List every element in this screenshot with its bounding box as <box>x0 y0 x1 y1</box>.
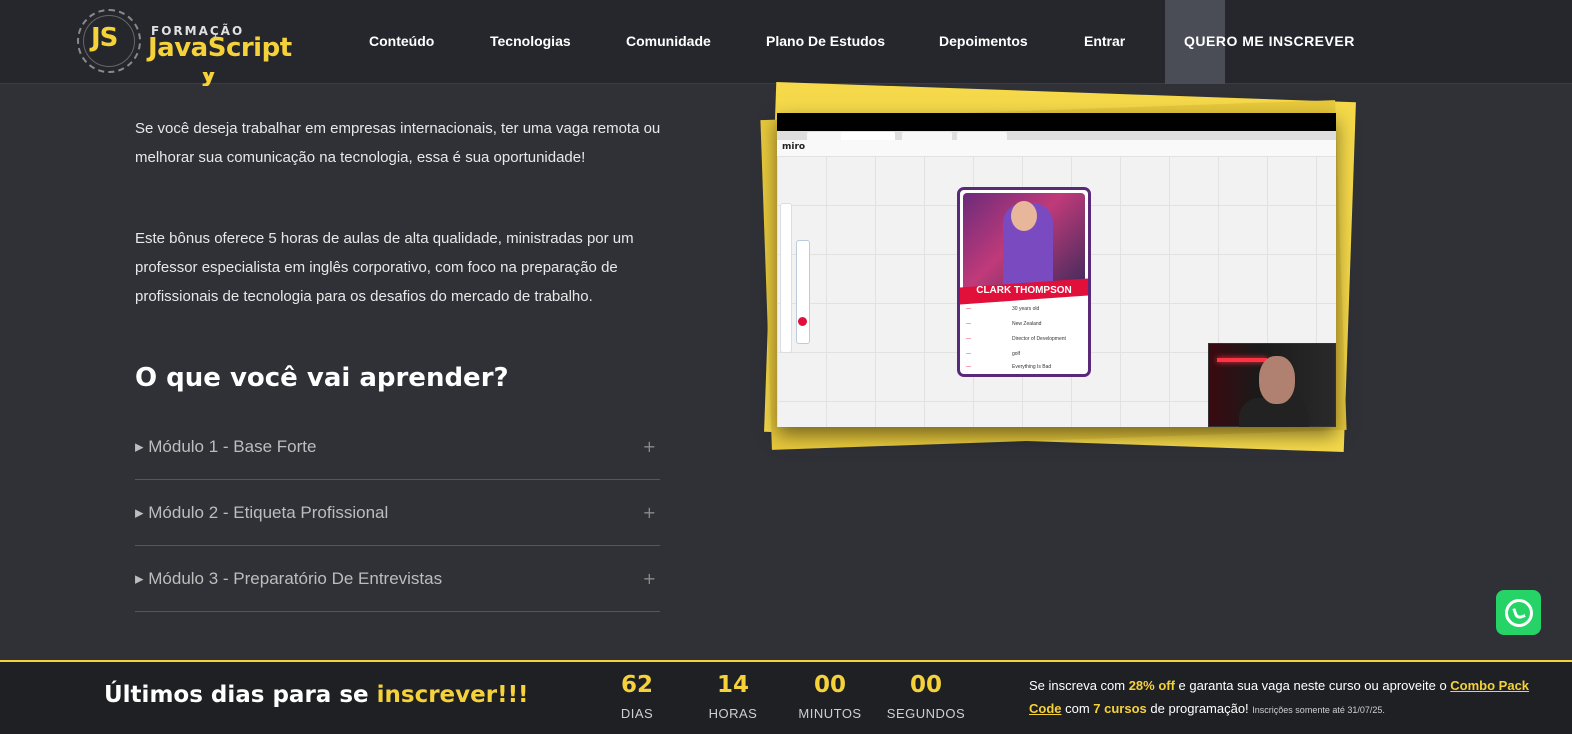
site-logo[interactable]: JS FORMAÇÃO JavaScript <box>77 9 292 75</box>
browser-tab <box>902 132 952 140</box>
nav-tecnologias[interactable]: Tecnologias <box>490 33 571 49</box>
countdown-value: 62 <box>620 672 653 698</box>
courses-count: 7 cursos <box>1093 701 1147 716</box>
nav-entrar[interactable]: Entrar <box>1084 33 1125 49</box>
persona-row: — golf <box>966 351 1021 357</box>
persona-card: CLARK THOMPSON —30 years old — New Zealan… <box>957 187 1091 377</box>
miro-logo: miro <box>782 142 806 152</box>
offer-text: Se inscreva com 28% off e garanta sua va… <box>1029 678 1530 716</box>
plus-icon[interactable]: + <box>643 503 656 522</box>
module-label: ▸ Módulo 1 - Base Forte <box>135 436 317 456</box>
video-letterbox <box>777 113 1336 131</box>
bonus-paragraph: Este bônus oferece 5 horas de aulas de a… <box>135 230 634 305</box>
logo-line2: JavaScript <box>148 33 292 63</box>
countdown-label: HORAS <box>708 706 758 721</box>
countdown-hours: 14 HORAS <box>683 672 783 721</box>
persona-row: — Director of Development <box>966 336 1066 342</box>
browser-tab <box>957 132 1007 140</box>
module-label: ▸ Módulo 3 - Preparatório De Entrevistas <box>135 568 443 588</box>
pen-toolbar <box>796 240 810 344</box>
neon-light <box>1217 358 1267 362</box>
plus-icon[interactable]: + <box>643 437 656 456</box>
whatsapp-button[interactable] <box>1496 590 1541 635</box>
module-item-1[interactable]: ▸ Módulo 1 - Base Forte + <box>135 414 660 480</box>
plus-icon[interactable]: + <box>643 569 656 588</box>
countdown-days: 62 DIAS <box>587 672 687 721</box>
countdown-label: DIAS <box>620 706 654 721</box>
countdown-bar: Últimos dias para se inscrever!!! 62 DIA… <box>0 660 1572 734</box>
nav-plano-de-estudos[interactable]: Plano De Estudos <box>766 33 885 49</box>
nav-conteudo[interactable]: Conteúdo <box>369 33 434 49</box>
logo-mark: JS <box>91 23 118 53</box>
instructor-webcam <box>1208 343 1336 427</box>
whiteboard-toolbar <box>780 203 792 353</box>
deadline-note: Inscrições somente até 31/07/25. <box>1252 705 1385 715</box>
persona-row: — Everything Is Bad <box>966 364 1052 370</box>
browser-tab <box>841 132 895 140</box>
browser-tabs <box>777 131 1336 140</box>
learn-section-title: O que você vai aprender? <box>135 363 509 393</box>
site-header: JS FORMAÇÃO JavaScript Conteúdo Tecnolog… <box>0 0 1572 84</box>
module-item-2[interactable]: ▸ Módulo 2 - Etiqueta Profissional + <box>135 480 660 546</box>
persona-name: CLARK THOMPSON <box>976 285 1072 296</box>
countdown-label: SEGUNDOS <box>886 706 966 721</box>
subscribe-button[interactable]: QUERO ME INSCREVER <box>1184 33 1355 49</box>
nav-depoimentos[interactable]: Depoimentos <box>939 33 1028 49</box>
countdown-minutes: 00 MINUTOS <box>780 672 880 721</box>
persona-illustration <box>963 193 1085 293</box>
nav-comunidade[interactable]: Comunidade <box>626 33 711 49</box>
modules-accordion: ▸ Módulo 1 - Base Forte + ▸ Módulo 2 - E… <box>135 414 660 612</box>
intro-paragraph: Se você deseja trabalhar em empresas int… <box>135 120 661 166</box>
countdown-title: Últimos dias para se inscrever!!! <box>104 682 529 708</box>
lesson-video-preview[interactable]: miro CLARK THOMPSON —30 years old — New Z… <box>777 113 1336 427</box>
instructor-head <box>1259 356 1295 404</box>
section-heading-partial: y <box>200 72 230 86</box>
module-label: ▸ Módulo 2 - Etiqueta Profissional <box>135 502 389 522</box>
module-item-3[interactable]: ▸ Módulo 3 - Preparatório De Entrevistas… <box>135 546 660 612</box>
countdown-label: MINUTOS <box>798 706 862 721</box>
discount-text: 28% off <box>1128 678 1175 693</box>
whatsapp-icon <box>1504 598 1533 627</box>
countdown-value: 00 <box>813 672 846 698</box>
countdown-value: 00 <box>909 672 942 698</box>
red-color-swatch <box>798 317 807 326</box>
phone-icon <box>1511 605 1526 620</box>
countdown-seconds: 00 SEGUNDOS <box>876 672 976 721</box>
persona-face <box>1011 201 1037 231</box>
countdown-value: 14 <box>716 672 749 698</box>
persona-row: —30 years old <box>966 306 1040 312</box>
miro-toolbar <box>777 140 1336 156</box>
persona-row: — New Zealand <box>966 321 1042 327</box>
